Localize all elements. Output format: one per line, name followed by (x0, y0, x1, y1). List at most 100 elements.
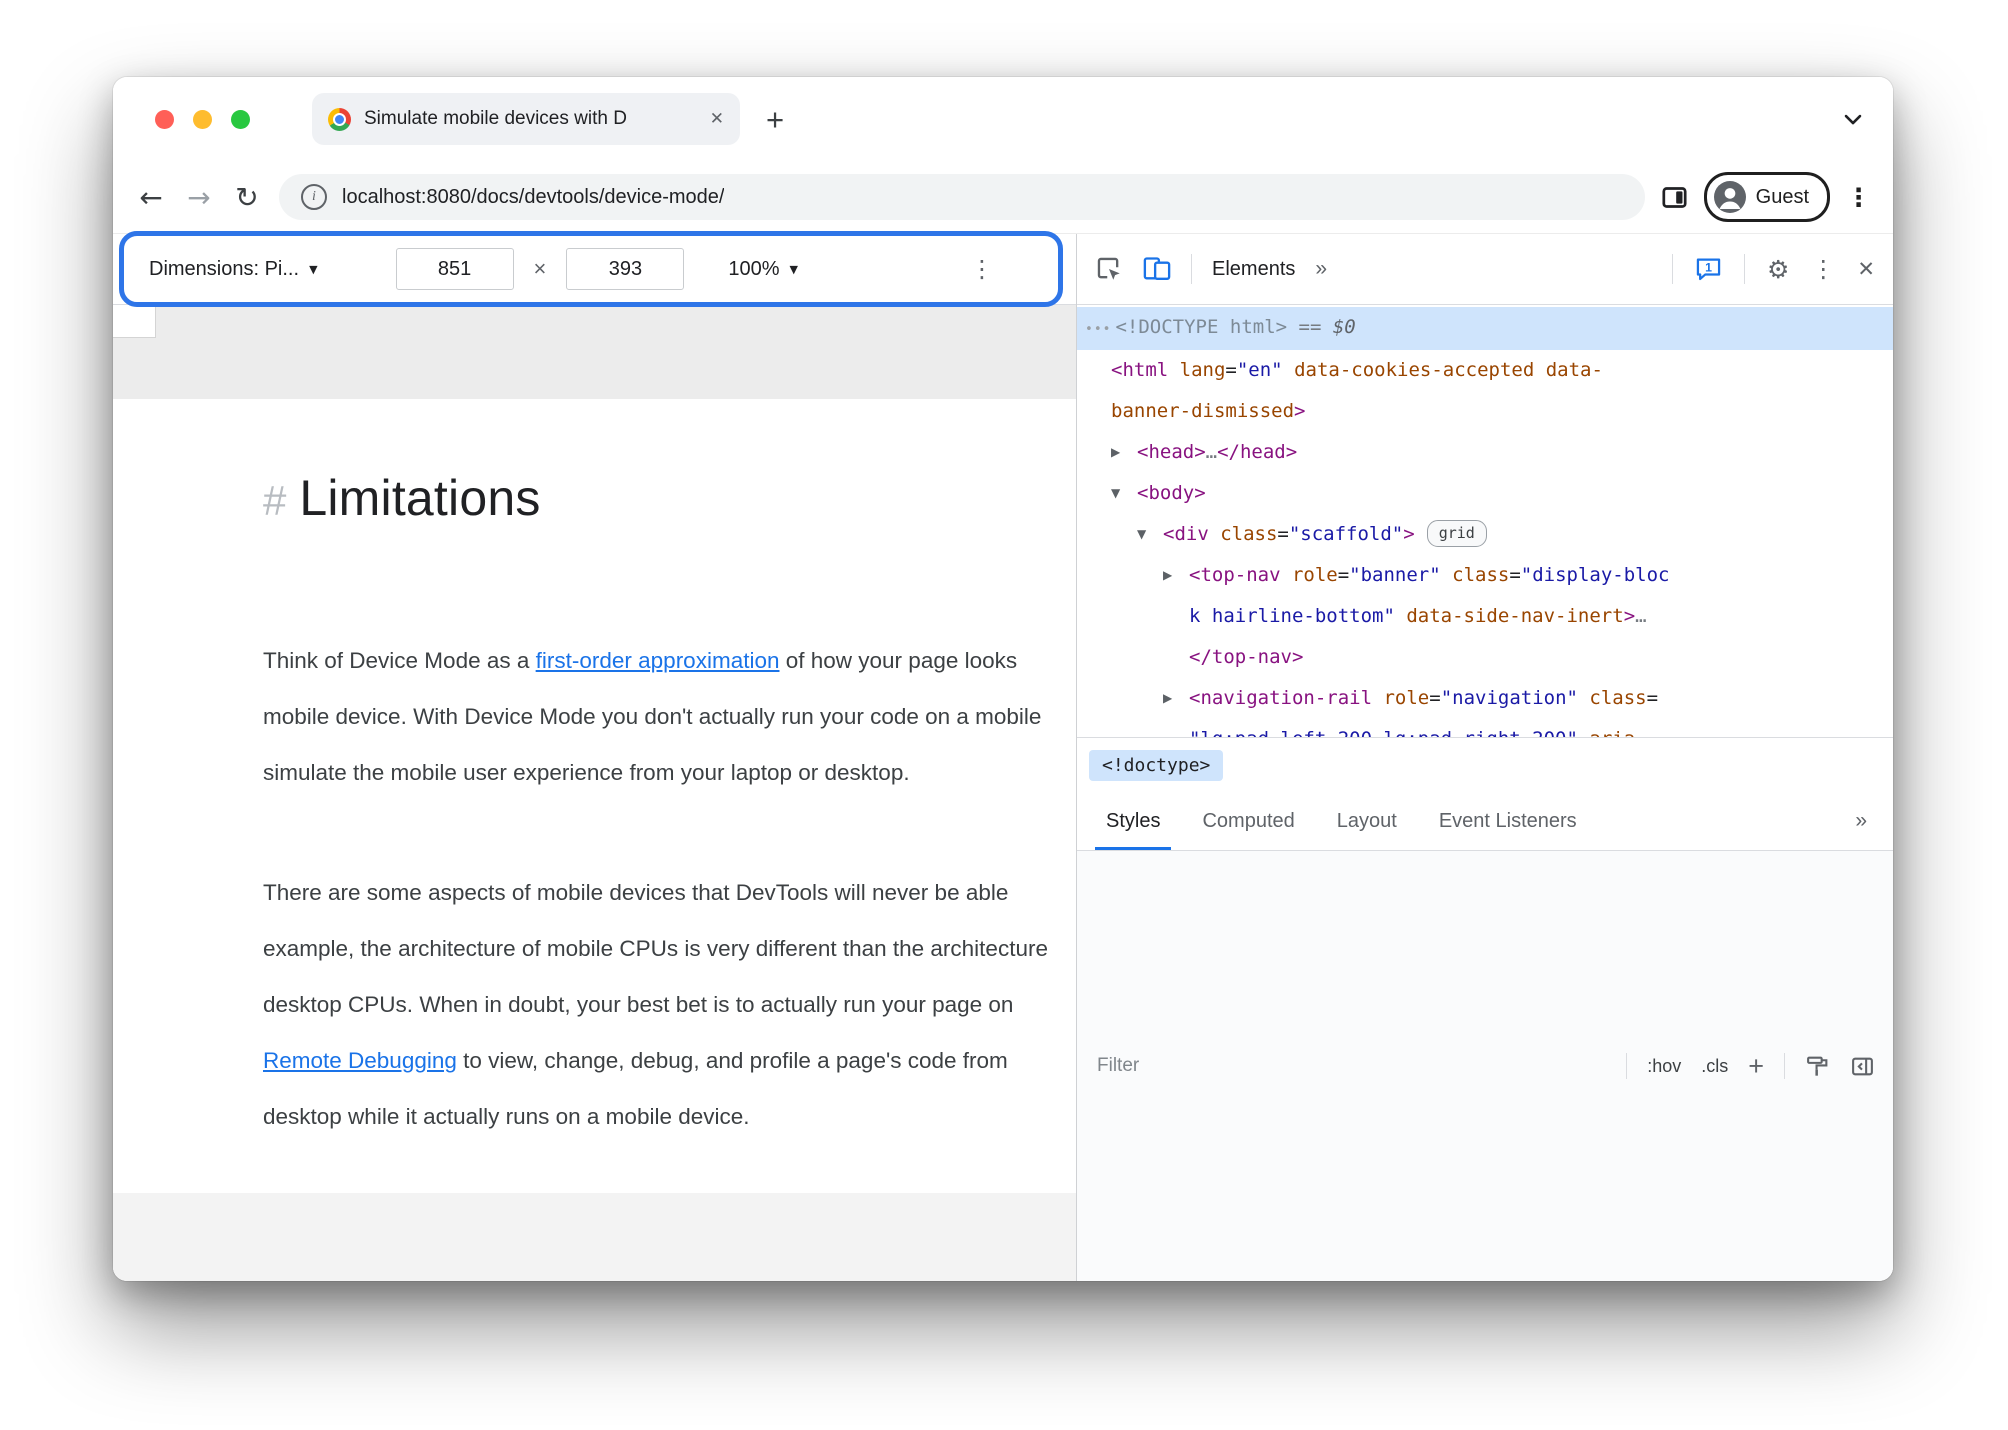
profile-button[interactable]: Guest (1703, 172, 1830, 222)
breadcrumb: <!doctype> (1077, 737, 1893, 792)
grid-badge[interactable]: grid (1426, 520, 1487, 547)
browser-window: Simulate mobile devices with D ✕ + ← → ↻… (113, 77, 1893, 1281)
devtools-panel: Elements » 1 ⚙ ⋮ ✕ ••• <!DOCTYPE html> ==… (1076, 234, 1893, 1281)
tab-close-icon[interactable]: ✕ (710, 109, 724, 129)
tab-elements[interactable]: Elements (1212, 258, 1295, 281)
dom-node-line[interactable]: </top-nav> (1077, 637, 1893, 678)
code-token: > (1294, 400, 1306, 422)
code-token: role (1280, 564, 1338, 586)
code-token: > (1403, 523, 1415, 545)
code-token: … (1635, 605, 1647, 627)
settings-gear-icon[interactable]: ⚙ (1767, 255, 1789, 284)
close-window-button[interactable] (155, 109, 174, 129)
code-token: "banner" (1349, 564, 1441, 586)
viewport-margin (113, 305, 1076, 399)
tab-event-listeners[interactable]: Event Listeners (1418, 792, 1598, 850)
text-run: simulate the mobile user experience from… (263, 760, 910, 785)
url-text: localhost:8080/docs/devtools/device-mode… (342, 185, 725, 208)
text-link[interactable]: Remote Debugging (263, 1048, 457, 1073)
address-bar[interactable]: i localhost:8080/docs/devtools/device-mo… (279, 174, 1645, 220)
dom-node-line[interactable]: ▶ <head>…</head> (1077, 432, 1893, 473)
console-messages-icon[interactable]: 1 (1695, 256, 1722, 283)
code-token: banner-dismissed (1111, 400, 1295, 422)
site-info-icon[interactable]: i (301, 184, 327, 210)
toggle-sidebar-icon[interactable] (1850, 1054, 1875, 1079)
tab-layout[interactable]: Layout (1316, 792, 1418, 850)
chrome-favicon-icon (328, 107, 351, 131)
screenshot-stage: Simulate mobile devices with D ✕ + ← → ↻… (0, 0, 2008, 1430)
code-token: </head> (1217, 441, 1298, 463)
code-token: data- (1534, 359, 1603, 381)
dom-node-line[interactable]: ▶ <navigation-rail role="navigation" clas… (1077, 678, 1893, 719)
code-token: class (1577, 687, 1647, 709)
more-sidebar-tabs-icon[interactable]: » (1855, 792, 1885, 850)
device-toolbar-menu-icon[interactable]: ⋮ (970, 255, 994, 283)
browser-tab[interactable]: Simulate mobile devices with D ✕ (312, 93, 740, 145)
inspect-element-icon[interactable] (1095, 255, 1123, 283)
rendering-brush-icon[interactable] (1805, 1054, 1830, 1079)
zoom-select[interactable]: 100% ▼ (728, 258, 798, 281)
paragraph: Think of Device Mode as a first-order ap… (263, 633, 1076, 801)
styles-filter-input[interactable] (1095, 1054, 1607, 1078)
dom-node-line[interactable]: "lg:pad-left-200 lg:pad-right-200" aria- (1077, 719, 1893, 737)
reload-button[interactable]: ↻ (231, 181, 263, 214)
code-token: data-cookies-accepted (1282, 359, 1535, 381)
dom-node-selected[interactable]: ••• <!DOCTYPE html> == $0 (1077, 307, 1893, 350)
device-height-input[interactable] (566, 248, 685, 290)
expand-arrow-icon[interactable]: ▶ (1163, 555, 1172, 596)
text-link[interactable]: first-order approximation (536, 648, 780, 673)
expand-arrow-icon[interactable]: ▶ (1111, 432, 1120, 473)
minimize-window-button[interactable] (193, 109, 212, 129)
dom-node-line[interactable]: ▼ <body> (1077, 473, 1893, 514)
code-token: role (1372, 687, 1430, 709)
heading-anchor-marker[interactable]: # (263, 477, 286, 525)
back-button[interactable]: ← (135, 181, 167, 214)
sidebar-tabs: Styles Computed Layout Event Listeners » (1077, 792, 1893, 851)
toolbar-divider (1626, 1053, 1628, 1079)
expand-arrow-icon[interactable]: ▶ (1163, 678, 1172, 719)
paragraph-line: mobile device. With Device Mode you don'… (263, 689, 1076, 745)
collapse-arrow-icon[interactable]: ▼ (1111, 473, 1120, 514)
dom-node-line[interactable]: banner-dismissed> (1077, 391, 1893, 432)
device-dimensions-select[interactable]: Dimensions: Pi... ▼ (149, 258, 318, 281)
caret-down-icon: ▼ (789, 262, 799, 276)
code-token: == (1287, 316, 1333, 338)
console-messages-count: 1 (1705, 260, 1712, 274)
ruler-corner (113, 305, 156, 338)
toolbar-divider (1671, 254, 1673, 284)
device-width-input[interactable] (395, 248, 514, 290)
new-tab-button[interactable]: + (766, 104, 784, 135)
paragraph-line: desktop while it actually runs on a mobi… (263, 1089, 1076, 1145)
dom-node-line[interactable]: k hairline-bottom" data-side-nav-inert>… (1077, 596, 1893, 637)
chevron-down-icon[interactable] (1839, 105, 1867, 133)
devtools-close-icon[interactable]: ✕ (1857, 257, 1875, 281)
fullscreen-window-button[interactable] (231, 109, 250, 129)
collapse-arrow-icon[interactable]: ▼ (1137, 514, 1146, 555)
code-token: <!DOCTYPE html> (1115, 316, 1288, 338)
text-run: example, the architecture of mobile CPUs… (263, 936, 1048, 961)
more-panels-icon[interactable]: » (1315, 257, 1327, 281)
breadcrumb-item-doctype[interactable]: <!doctype> (1089, 749, 1224, 781)
code-token: data-side-nav-inert (1394, 605, 1624, 627)
new-style-rule-button[interactable]: + (1748, 1052, 1764, 1080)
element-classes-toggle[interactable]: .cls (1701, 1056, 1728, 1077)
browser-menu-icon[interactable]: ⋮ (1846, 183, 1871, 212)
dom-node-line[interactable]: ▶ <top-nav role="banner" class="display-b… (1077, 555, 1893, 596)
side-panel-icon[interactable] (1661, 184, 1688, 211)
pseudo-class-toggle[interactable]: :hov (1647, 1056, 1681, 1077)
toolbar-divider (1191, 254, 1192, 284)
forward-button[interactable]: → (183, 181, 215, 214)
tab-styles[interactable]: Styles (1085, 792, 1181, 850)
paragraph-line: There are some aspects of mobile devices… (263, 865, 1076, 921)
code-token: = (1509, 564, 1521, 586)
devtools-menu-icon[interactable]: ⋮ (1811, 255, 1835, 283)
code-token: "display-bloc (1520, 564, 1670, 586)
code-token: > (1623, 605, 1636, 627)
code-token: </top-nav> (1189, 646, 1304, 668)
device-toolbar-toggle-icon[interactable] (1143, 255, 1171, 283)
avatar (1713, 181, 1746, 213)
code-token: = (1277, 523, 1289, 545)
dom-node-line[interactable]: ▼ <div class="scaffold"> grid (1077, 514, 1893, 555)
tab-computed[interactable]: Computed (1181, 792, 1315, 850)
dom-node-line[interactable]: <html lang="en" data-cookies-accepted da… (1077, 350, 1893, 391)
